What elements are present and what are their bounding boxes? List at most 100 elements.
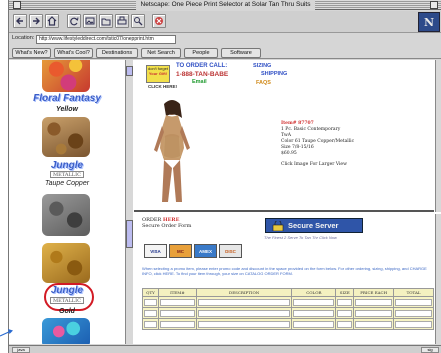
people-button[interactable]: People [184, 48, 218, 58]
forward-button[interactable] [29, 14, 43, 28]
location-bar: Location: http://www.lifestyleddirect.co… [9, 34, 441, 45]
order-table: QTY ITEM# DESCRIPTION COLOR SIZE PRICE E… [142, 288, 434, 330]
floral-fantasy-swatch[interactable] [42, 60, 90, 92]
jungle-taupe-copper-swatch[interactable] [42, 117, 90, 157]
order-instructions: When selecting a promo item, please ente… [142, 266, 427, 276]
navigation-toolbar: N [9, 11, 441, 33]
col-color: COLOR [291, 288, 337, 297]
description-input[interactable] [197, 298, 291, 306]
color-input[interactable] [293, 309, 335, 317]
status-left-indicator: java [12, 347, 30, 353]
qty-input[interactable] [144, 309, 157, 317]
secure-server-banner[interactable]: Secure Server [265, 218, 363, 233]
back-icon [16, 17, 23, 25]
size-input[interactable] [337, 320, 353, 328]
price-input[interactable] [355, 320, 393, 328]
total-input[interactable] [395, 309, 432, 317]
whats-cool-button[interactable]: What's Cool? [54, 48, 93, 58]
order-call-label: TO ORDER CALL: [176, 63, 228, 69]
whats-new-button[interactable]: What's New? [12, 48, 51, 58]
open-button[interactable] [99, 14, 113, 28]
location-label: Location: [12, 35, 35, 41]
order-form-frame: ORDER HERE Secure Order Form Secure Serv… [134, 214, 434, 344]
col-item: ITEM# [157, 288, 197, 297]
promo-line-2: Your Gift! [148, 71, 168, 76]
close-box[interactable] [13, 1, 21, 9]
open-icon [101, 18, 111, 26]
larger-view-hint: Click Image For Larger View [281, 162, 347, 167]
home-icon [47, 16, 57, 26]
shipping-link[interactable]: SHIPPING [261, 71, 287, 77]
print-name-floral: Floral Fantasy [33, 93, 101, 104]
forward-icon [33, 17, 40, 25]
amex-card-icon: AMEX [194, 244, 217, 258]
table-row [142, 307, 434, 319]
software-button[interactable]: Software [221, 48, 261, 58]
total-input[interactable] [395, 320, 432, 328]
item-input[interactable] [159, 309, 195, 317]
images-icon [85, 17, 95, 25]
sizing-link[interactable]: SIZING [253, 63, 271, 69]
print-selector-frame[interactable]: Floral Fantasy Yellow Jungle METALLIC Ta… [9, 60, 133, 344]
title-bar[interactable]: Netscape: One Piece Print Selector at So… [9, 0, 441, 10]
find-icon [134, 17, 143, 26]
status-bar: java sig [9, 345, 441, 353]
qty-input[interactable] [144, 298, 157, 306]
left-frame-scrollbar[interactable] [125, 60, 133, 344]
order-frame-scrollbar[interactable] [435, 214, 441, 344]
table-row [142, 318, 434, 330]
print-color-copper: Taupe Copper [44, 180, 90, 187]
reload-button[interactable] [67, 14, 81, 28]
images-button[interactable] [83, 14, 97, 28]
print-color-floral: Yellow [56, 106, 78, 113]
url-field[interactable]: http://www.lifestyleddirect.com/tstic07/… [36, 35, 176, 44]
net-search-button[interactable]: Net Search [141, 48, 181, 58]
total-input[interactable] [395, 298, 432, 306]
stop-icon [155, 17, 163, 25]
find-button[interactable] [131, 14, 145, 28]
lock-icon [272, 221, 284, 231]
print-color-gold: Gold [59, 308, 75, 315]
product-line-5: $60.95 [281, 151, 297, 156]
faqs-link[interactable]: FAQS [256, 80, 271, 86]
price-input[interactable] [355, 298, 393, 306]
size-input[interactable] [337, 298, 353, 306]
col-size: SIZE [335, 288, 355, 297]
destinations-button[interactable]: Destinations [96, 48, 138, 58]
model-swimsuit-image[interactable] [144, 98, 200, 208]
table-row [142, 296, 434, 308]
scroll-arrow-up[interactable] [126, 66, 133, 76]
product-frame-scrollbar[interactable] [435, 60, 441, 212]
click-here-link[interactable]: CLICK HERE! [148, 84, 177, 89]
color-input[interactable] [293, 298, 335, 306]
pointer-arrow-icon [0, 329, 13, 337]
back-button[interactable] [13, 14, 27, 28]
product-details: Item# 87707 1 Pc. Basic Contemporary TwA… [281, 121, 421, 168]
email-link[interactable]: Email [192, 79, 207, 85]
next-print-swatch[interactable] [42, 318, 90, 344]
mastercard-icon: MC [169, 244, 192, 258]
reload-icon [70, 17, 79, 26]
item-input[interactable] [159, 320, 195, 328]
netscape-logo[interactable]: N [418, 12, 440, 32]
order-subtitle: Secure Order Form [142, 223, 192, 229]
description-input[interactable] [197, 309, 291, 317]
gift-promo-badge[interactable]: don't forget Your Gift! [146, 65, 170, 83]
color-input[interactable] [293, 320, 335, 328]
print-button[interactable] [115, 14, 129, 28]
stop-button[interactable] [152, 14, 166, 28]
print-name-jungle-copper: Jungle [50, 160, 84, 171]
jungle-gold-swatch[interactable] [42, 243, 90, 283]
zoom-box[interactable] [430, 1, 438, 9]
order-table-header: QTY ITEM# DESCRIPTION COLOR SIZE PRICE E… [142, 288, 434, 297]
scroll-thumb[interactable] [126, 220, 133, 248]
metallic-tag-gold: METALLIC [50, 297, 84, 304]
logo-letter: N [423, 16, 435, 29]
description-input[interactable] [197, 320, 291, 328]
qty-input[interactable] [144, 320, 157, 328]
home-button[interactable] [45, 14, 59, 28]
jungle-grey-swatch[interactable] [42, 194, 90, 236]
item-input[interactable] [159, 298, 195, 306]
size-input[interactable] [337, 309, 353, 317]
price-input[interactable] [355, 309, 393, 317]
